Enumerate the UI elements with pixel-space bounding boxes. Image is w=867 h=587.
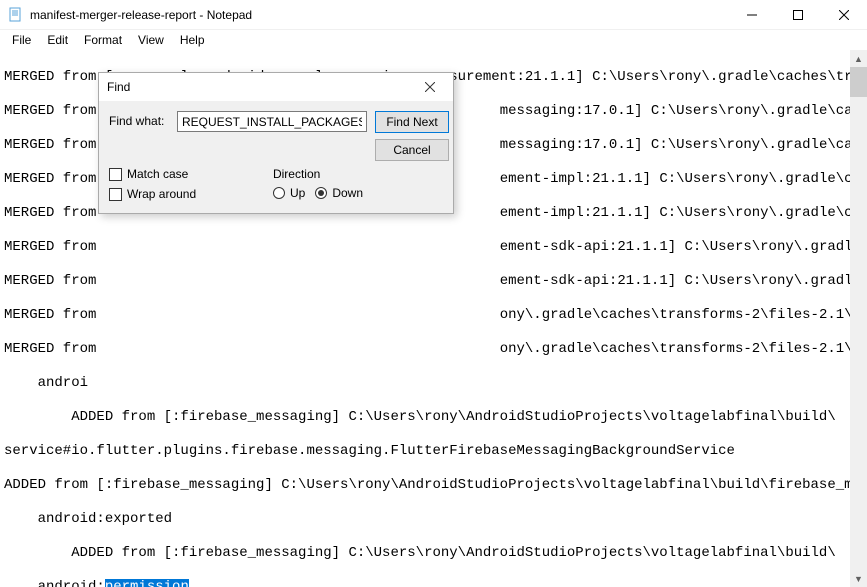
scroll-up-icon[interactable]: ▲ bbox=[850, 50, 867, 67]
find-dialog: Find Find what: Find Next Cancel Match c… bbox=[98, 72, 454, 214]
checkbox-icon bbox=[109, 168, 122, 181]
find-what-label: Find what: bbox=[109, 111, 169, 128]
find-dialog-titlebar[interactable]: Find bbox=[99, 73, 453, 101]
text-line: androi bbox=[4, 375, 863, 392]
text-line: android:permission bbox=[4, 579, 863, 587]
vertical-scrollbar[interactable]: ▲ ▼ bbox=[850, 50, 867, 587]
search-match-highlight: permission bbox=[105, 579, 189, 587]
text-line: service#io.flutter.plugins.firebase.mess… bbox=[4, 443, 863, 460]
direction-up-radio[interactable]: Up bbox=[273, 186, 305, 200]
menu-help[interactable]: Help bbox=[172, 31, 213, 49]
minimize-button[interactable] bbox=[729, 0, 775, 30]
text-line: ADDED from [:firebase_messaging] C:\User… bbox=[4, 477, 863, 494]
window-controls bbox=[729, 0, 867, 30]
text-line: android:exported bbox=[4, 511, 863, 528]
find-close-button[interactable] bbox=[415, 76, 445, 98]
radio-icon bbox=[315, 187, 327, 199]
text-line: ADDED from [:firebase_messaging] C:\User… bbox=[4, 545, 863, 562]
window-titlebar: manifest-merger-release-report - Notepad bbox=[0, 0, 867, 30]
menu-file[interactable]: File bbox=[4, 31, 39, 49]
find-what-input[interactable] bbox=[177, 111, 367, 132]
direction-label: Direction bbox=[273, 167, 363, 181]
text-line: MERGED from ony\.gradle\caches\transform… bbox=[4, 307, 863, 324]
text-line: MERGED from ement-sdk-api:21.1.1] C:\Use… bbox=[4, 239, 863, 256]
menu-bar: File Edit Format View Help bbox=[0, 30, 867, 50]
radio-icon bbox=[273, 187, 285, 199]
checkbox-icon bbox=[109, 188, 122, 201]
maximize-button[interactable] bbox=[775, 0, 821, 30]
close-button[interactable] bbox=[821, 0, 867, 30]
find-dialog-title: Find bbox=[107, 80, 130, 94]
find-next-button[interactable]: Find Next bbox=[375, 111, 449, 133]
direction-down-radio[interactable]: Down bbox=[315, 186, 363, 200]
text-line: ADDED from [:firebase_messaging] C:\User… bbox=[4, 409, 863, 426]
match-case-checkbox[interactable]: Match case bbox=[109, 167, 196, 181]
menu-view[interactable]: View bbox=[130, 31, 172, 49]
menu-edit[interactable]: Edit bbox=[39, 31, 76, 49]
text-line: MERGED from ement-sdk-api:21.1.1] C:\Use… bbox=[4, 273, 863, 290]
cancel-button[interactable]: Cancel bbox=[375, 139, 449, 161]
window-title: manifest-merger-release-report - Notepad bbox=[30, 8, 252, 22]
menu-format[interactable]: Format bbox=[76, 31, 130, 49]
scroll-down-icon[interactable]: ▼ bbox=[850, 570, 867, 587]
notepad-icon bbox=[8, 7, 24, 23]
wrap-around-checkbox[interactable]: Wrap around bbox=[109, 187, 196, 201]
scroll-thumb[interactable] bbox=[850, 67, 867, 97]
text-line: MERGED from ony\.gradle\caches\transform… bbox=[4, 341, 863, 358]
